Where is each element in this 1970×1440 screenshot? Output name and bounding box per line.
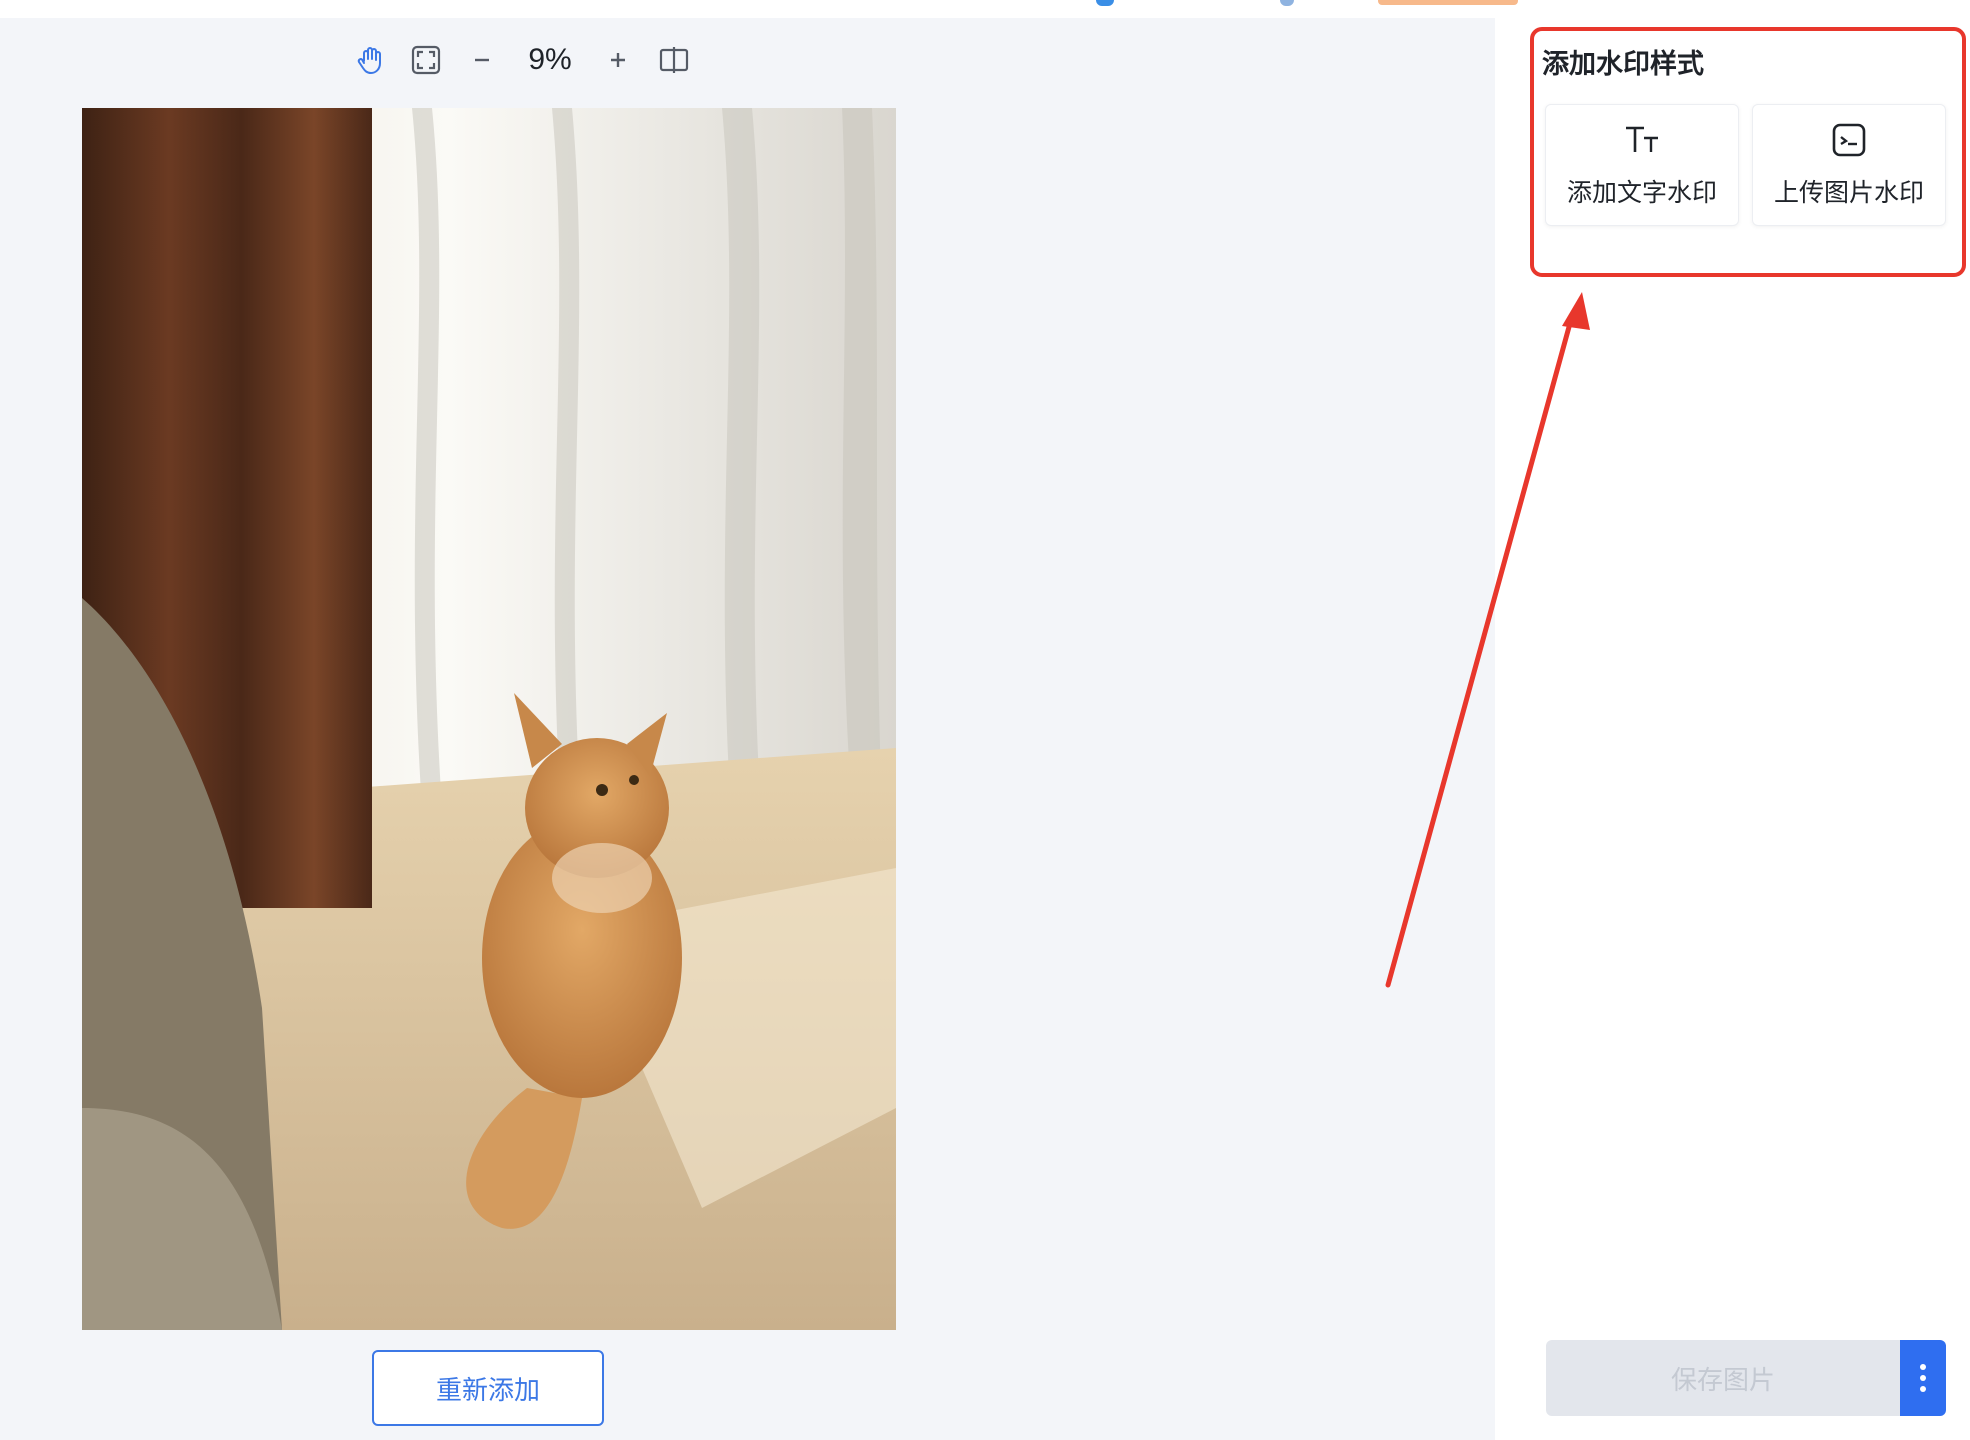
compare-icon[interactable] xyxy=(656,42,692,78)
more-vertical-icon[interactable] xyxy=(1900,1340,1946,1416)
zoom-out-icon[interactable] xyxy=(464,42,500,78)
top-bar-strip xyxy=(0,0,1970,18)
hand-pan-icon[interactable] xyxy=(352,42,388,78)
top-bar-fragment xyxy=(1096,0,1114,6)
annotation-highlight-box xyxy=(1530,27,1966,277)
photo-preview xyxy=(82,108,896,1330)
top-bar-fragment xyxy=(1280,0,1294,6)
zoom-level: 9% xyxy=(528,43,572,76)
top-bar-fragment xyxy=(1378,0,1518,5)
zoom-toolbar: 9% xyxy=(352,40,692,80)
save-image-button[interactable]: 保存图片 xyxy=(1546,1340,1900,1416)
re-add-button[interactable]: 重新添加 xyxy=(372,1350,604,1426)
fit-screen-icon[interactable] xyxy=(408,42,444,78)
zoom-in-icon[interactable] xyxy=(600,42,636,78)
